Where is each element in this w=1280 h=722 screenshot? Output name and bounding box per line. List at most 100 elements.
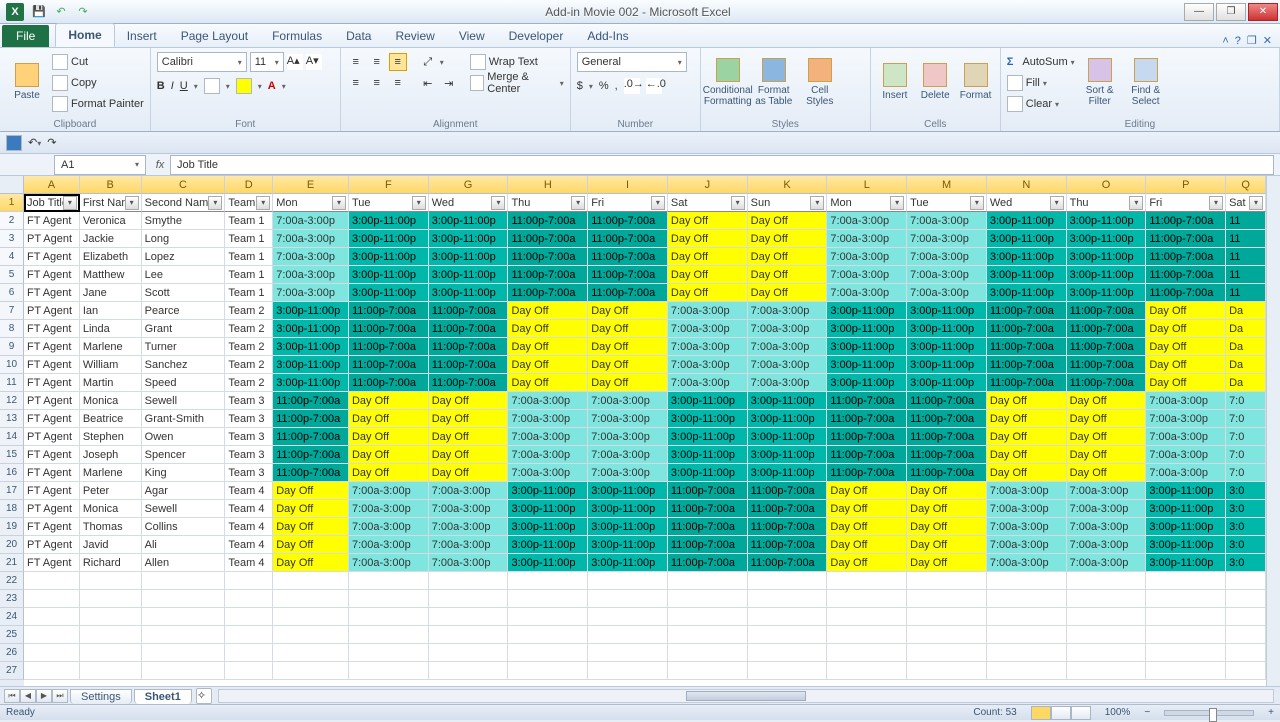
cell[interactable]: 7:00a-3:00p — [668, 374, 748, 392]
cell[interactable]: 7:00a-3:00p — [1146, 392, 1226, 410]
cell[interactable] — [225, 644, 273, 662]
cell[interactable]: 3:00p-11:00p — [668, 464, 748, 482]
cell[interactable]: Day Off — [987, 446, 1067, 464]
row-header-15[interactable]: 15 — [0, 446, 24, 464]
sheet-tab-settings[interactable]: Settings — [70, 689, 132, 704]
ribbon-tab-insert[interactable]: Insert — [115, 25, 169, 47]
cell[interactable]: 7:00a-3:00p — [748, 374, 828, 392]
clear-button[interactable]: Clear▾ — [1007, 94, 1075, 114]
cell[interactable]: Wed — [987, 194, 1067, 212]
cell[interactable]: 3:00p-11:00p — [508, 500, 588, 518]
cell[interactable]: 11:00p-7:00a — [748, 554, 828, 572]
cell[interactable]: 7:00a-3:00p — [827, 266, 907, 284]
cell[interactable] — [987, 608, 1067, 626]
cell[interactable]: 3:00p-11:00p — [748, 428, 828, 446]
view-page-layout-button[interactable] — [1051, 706, 1071, 720]
cell[interactable] — [827, 608, 907, 626]
cell[interactable]: Day Off — [987, 410, 1067, 428]
col-header-B[interactable]: B — [80, 176, 142, 194]
cell[interactable]: 3:00p-11:00p — [273, 356, 349, 374]
view-page-break-button[interactable] — [1071, 706, 1091, 720]
sheet-nav-first[interactable]: ⏮ — [4, 689, 20, 703]
cell[interactable]: 11:00p-7:00a — [429, 338, 509, 356]
cell[interactable] — [508, 608, 588, 626]
close-button[interactable]: ✕ — [1248, 3, 1278, 21]
cell[interactable]: 7:00a-3:00p — [907, 248, 987, 266]
font-name-select[interactable]: Calibri▾ — [157, 52, 247, 72]
cell[interactable]: Sun — [748, 194, 828, 212]
cell[interactable]: Day Off — [1146, 338, 1226, 356]
cell[interactable]: Team 4 — [225, 554, 273, 572]
cell[interactable]: 7:00a-3:00p — [349, 500, 429, 518]
cell[interactable]: 11:00p-7:00a — [907, 410, 987, 428]
cell[interactable] — [508, 590, 588, 608]
cell[interactable]: 7:00a-3:00p — [1146, 410, 1226, 428]
cell[interactable]: 7:00a-3:00p — [508, 410, 588, 428]
cell[interactable]: 7:00a-3:00p — [349, 482, 429, 500]
cell[interactable]: 11:00p-7:00a — [827, 410, 907, 428]
cell[interactable]: FT Agent — [24, 482, 80, 500]
number-format-select[interactable]: General▾ — [577, 52, 687, 72]
row-header-26[interactable]: 26 — [0, 644, 24, 662]
cell[interactable] — [588, 608, 668, 626]
cell[interactable]: Martin — [80, 374, 142, 392]
cell[interactable] — [508, 626, 588, 644]
cell[interactable]: Team 4 — [225, 500, 273, 518]
cell[interactable]: 7:00a-3:00p — [1067, 482, 1147, 500]
cell[interactable]: 3:00p-11:00p — [429, 284, 509, 302]
bold-button[interactable]: B — [157, 80, 165, 92]
cell[interactable] — [748, 572, 828, 590]
cell[interactable]: Day Off — [588, 302, 668, 320]
cell[interactable]: 7:00a-3:00p — [987, 518, 1067, 536]
cut-button[interactable]: Cut — [52, 52, 144, 72]
cell[interactable]: 11 — [1226, 248, 1266, 266]
cell[interactable]: 11:00p-7:00a — [273, 392, 349, 410]
row-header-4[interactable]: 4 — [0, 248, 24, 266]
minimize-button[interactable]: — — [1184, 3, 1214, 21]
cell[interactable]: FT Agent — [24, 212, 80, 230]
cell[interactable] — [24, 572, 80, 590]
cell[interactable]: Turner — [142, 338, 226, 356]
cell[interactable] — [1067, 590, 1147, 608]
zoom-level[interactable]: 100% — [1105, 707, 1131, 718]
cell[interactable]: 7:00a-3:00p — [748, 356, 828, 374]
cell[interactable]: 11:00p-7:00a — [508, 248, 588, 266]
cell[interactable]: Day Off — [508, 338, 588, 356]
cell[interactable]: Day Off — [349, 464, 429, 482]
cell[interactable]: Tue — [349, 194, 429, 212]
cell[interactable]: Team 3 — [225, 392, 273, 410]
cell[interactable] — [80, 644, 142, 662]
find-select-button[interactable]: Find & Select — [1125, 50, 1167, 114]
cell[interactable]: Day Off — [508, 356, 588, 374]
cell[interactable]: PT Agent — [24, 500, 80, 518]
cell[interactable]: Second Name — [142, 194, 226, 212]
sort-filter-button[interactable]: Sort & Filter — [1079, 50, 1121, 114]
cell[interactable]: Team 2 — [225, 338, 273, 356]
italic-button[interactable]: I — [171, 80, 174, 92]
cell[interactable]: Grant — [142, 320, 226, 338]
cell[interactable]: 7:00a-3:00p — [987, 554, 1067, 572]
cell[interactable]: Day Off — [429, 428, 509, 446]
format-as-table-button[interactable]: Format as Table — [753, 50, 795, 114]
cell[interactable]: Team 1 — [225, 230, 273, 248]
cell[interactable]: 11:00p-7:00a — [273, 464, 349, 482]
cell[interactable]: 7:0 — [1226, 464, 1266, 482]
cell[interactable] — [349, 590, 429, 608]
cell[interactable]: Da — [1226, 338, 1266, 356]
cell[interactable] — [827, 626, 907, 644]
cell[interactable]: Day Off — [429, 446, 509, 464]
col-header-P[interactable]: P — [1146, 176, 1226, 194]
row-header-2[interactable]: 2 — [0, 212, 24, 230]
cell[interactable] — [1146, 590, 1226, 608]
cell[interactable]: 7:00a-3:00p — [1067, 536, 1147, 554]
row-header-18[interactable]: 18 — [0, 500, 24, 518]
save-icon[interactable]: 💾 — [30, 3, 48, 21]
cell[interactable]: Collins — [142, 518, 226, 536]
cell[interactable]: 11:00p-7:00a — [508, 212, 588, 230]
cell[interactable]: Pearce — [142, 302, 226, 320]
cell[interactable]: 11:00p-7:00a — [827, 446, 907, 464]
cell[interactable] — [668, 572, 748, 590]
cell[interactable]: Day Off — [827, 554, 907, 572]
cell[interactable] — [80, 572, 142, 590]
cell[interactable]: 7:00a-3:00p — [508, 446, 588, 464]
